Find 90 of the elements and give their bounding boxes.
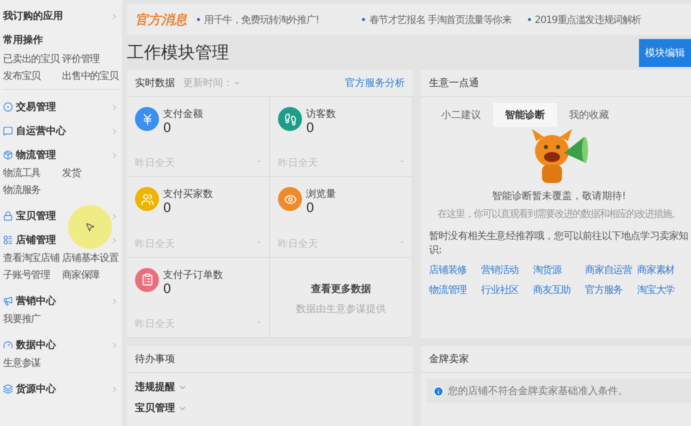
metric-value: 0 <box>306 201 316 216</box>
panel-title: 待办事项 <box>135 352 175 366</box>
chevron-right-icon <box>110 296 119 306</box>
diagnosis-message: 智能诊断暂未覆盖，敬请期待! <box>492 190 626 203</box>
learning-link[interactable]: 营销活动 <box>481 263 533 277</box>
chat-icon <box>3 126 13 136</box>
info-text: 您的店铺不符合金牌卖家基础准入条件。 <box>448 384 628 398</box>
chevron-right-icon <box>110 12 119 20</box>
section-heading: 常用操作 <box>3 34 43 47</box>
notice-link[interactable]: 2019重点滥发违规词解析 <box>528 12 683 27</box>
metric-label: 支付金额 <box>163 108 203 121</box>
learning-link[interactable]: 淘货源 <box>533 263 585 277</box>
metric-value: 0 <box>306 121 316 136</box>
cursor-icon <box>85 222 95 232</box>
list-icon <box>3 235 13 245</box>
todo-group[interactable]: 违规提醒 <box>127 373 413 394</box>
notice-link[interactable]: 春节才艺报名 手淘首页流量等你来 <box>362 12 518 27</box>
tab[interactable]: 智能诊断 <box>493 103 557 127</box>
sidebar-link[interactable]: 物流服务 <box>3 183 60 197</box>
notice-link[interactable]: 用千牛，免费玩转淘外推广! <box>197 12 352 27</box>
caret-icon <box>233 79 241 87</box>
sidebar-link[interactable]: 出售中的宝贝 <box>62 69 119 83</box>
sidebar-link[interactable]: 发货 <box>62 166 119 180</box>
diagnosis-hint: 在这里，你可以直观看到需要改进的数据和相应的改进措施。 <box>438 208 680 221</box>
sidebar-item[interactable]: 货源中心 <box>3 376 119 400</box>
sidebar-link[interactable]: 评价管理 <box>62 52 119 66</box>
megaphone-icon <box>3 296 13 306</box>
notice-title: 官方消息 <box>135 12 187 29</box>
sidebar-item[interactable]: 营销中心 <box>3 288 119 312</box>
chevron-right-icon <box>110 340 119 350</box>
data-source-note: 数据由生意参谋提供 <box>296 302 386 316</box>
panel-title: 实时数据 <box>135 76 175 90</box>
learning-link[interactable]: 淘宝大学 <box>637 283 689 297</box>
gauge-icon <box>3 340 13 350</box>
learning-link[interactable]: 物流管理 <box>429 283 481 297</box>
metric-change: - <box>400 236 404 250</box>
learning-link[interactable]: 商家素材 <box>637 263 689 277</box>
learning-link[interactable]: 商友互助 <box>533 283 585 297</box>
chevron-right-icon <box>110 126 119 136</box>
chevron-right-icon <box>110 384 119 394</box>
sidebar-item[interactable]: 数据中心 <box>3 332 119 356</box>
sidebar-link[interactable]: 店铺基本设置 <box>62 251 119 265</box>
edit-button[interactable]: 模块编辑 <box>639 38 691 67</box>
layers-icon <box>3 384 13 394</box>
learning-link[interactable]: 行业社区 <box>481 283 533 297</box>
sidebar-item[interactable]: 店铺管理 <box>3 227 119 251</box>
lock-icon <box>3 211 13 221</box>
sidebar-item[interactable]: 自运营中心 <box>3 118 119 142</box>
sidebar-link[interactable]: 物流工具 <box>3 166 60 180</box>
chevron-right-icon <box>110 236 119 244</box>
todo-group[interactable]: 宝贝管理 <box>127 394 413 415</box>
metric-change: - <box>257 317 261 330</box>
sidebar-item[interactable]: 交易管理 <box>3 94 119 118</box>
sidebar-item[interactable]: 我订购的应用 <box>3 4 119 28</box>
metric-value: 0 <box>163 201 172 216</box>
box-icon <box>3 150 13 160</box>
metric-label: 访客数 <box>306 108 336 121</box>
sidebar-link[interactable]: 查看淘宝店铺 <box>3 251 60 265</box>
panel-title: 金牌卖家 <box>429 352 469 366</box>
sidebar-link[interactable]: 商家保障 <box>62 268 119 282</box>
metric-label: 浏览量 <box>306 188 336 202</box>
info-icon <box>433 386 444 396</box>
metric-label: 支付子订单数 <box>163 268 223 282</box>
sidebar-link[interactable]: 已卖出的宝贝 <box>3 52 60 66</box>
chevron-right-icon <box>110 102 119 112</box>
sidebar-link[interactable]: 发布宝贝 <box>3 69 60 83</box>
metric-change: - <box>400 156 404 170</box>
sidebar-link[interactable]: 生意参谋 <box>3 356 60 370</box>
learning-link[interactable]: 商家自运营 <box>585 263 637 277</box>
sidebar-link[interactable]: 我要推广 <box>3 312 60 326</box>
analysis-link[interactable]: 官方服务分析 <box>345 76 405 90</box>
panel-title: 生意一点通 <box>429 76 479 90</box>
metric-value: 0 <box>163 282 172 297</box>
sidebar-item[interactable]: 物流管理 <box>3 142 119 166</box>
metric-value: 0 <box>163 121 172 136</box>
metric-change: - <box>257 236 261 250</box>
chevron-right-icon <box>110 150 119 160</box>
tab[interactable]: 小二建议 <box>429 103 493 127</box>
metric-change: - <box>257 156 261 170</box>
target-icon <box>3 102 13 112</box>
tab[interactable]: 我的收藏 <box>557 103 621 127</box>
learning-link[interactable]: 店铺装修 <box>429 263 481 277</box>
learning-link[interactable]: 官方服务 <box>585 283 637 297</box>
metric-label: 支付买家数 <box>163 188 213 202</box>
page-title: 工作模块管理 <box>127 42 229 64</box>
more-data-link[interactable]: 查看更多数据 <box>311 282 371 296</box>
chevron-right-icon <box>110 212 119 220</box>
sidebar-link[interactable]: 子账号管理 <box>3 268 60 282</box>
sidebar-item[interactable]: 宝贝管理 <box>3 203 119 227</box>
learning-prompt: 暂时没有相关生意经推荐哦，您可以前往以下地点学习卖家知识: <box>428 230 690 258</box>
